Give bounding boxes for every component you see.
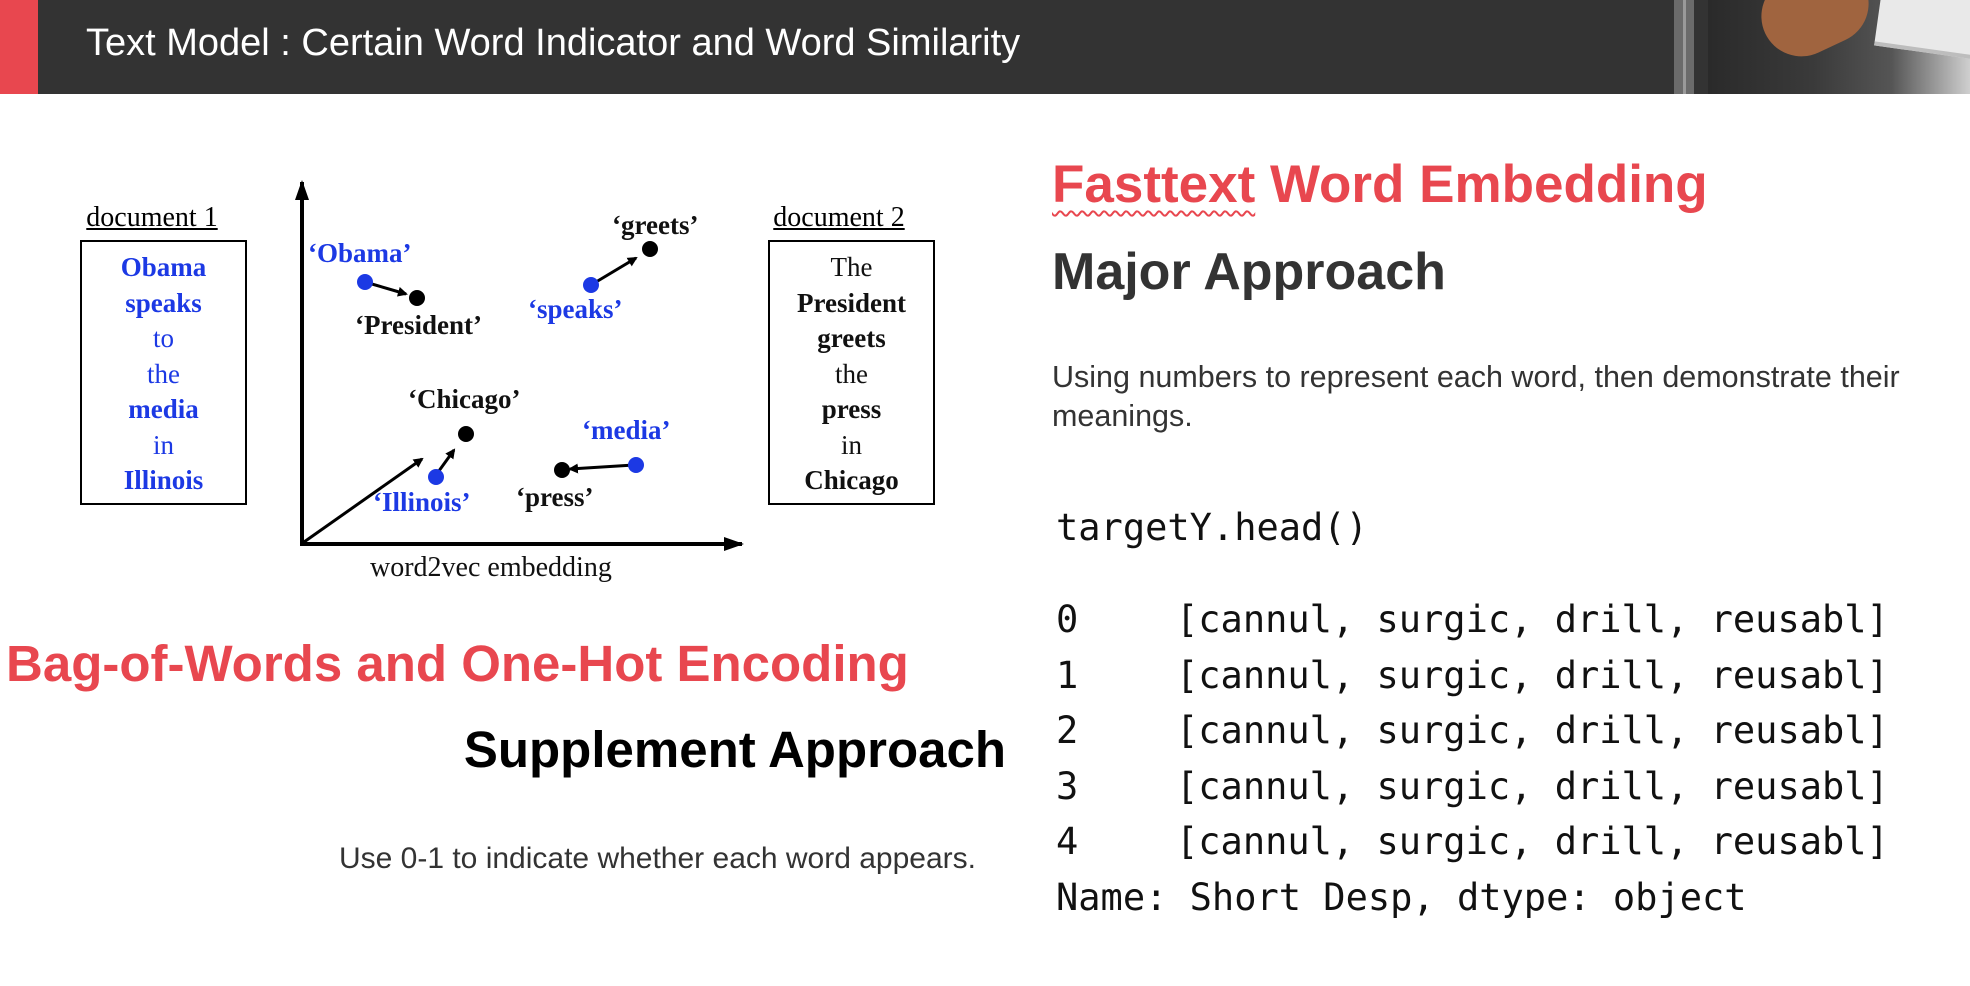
code-command: targetY.head()	[1056, 506, 1368, 549]
row-value: [cannul, surgic, drill, reusabl]	[1176, 653, 1889, 697]
doc2-word: Chicago	[804, 465, 899, 495]
label-chicago: ‘Chicago’	[408, 384, 520, 414]
output-rows: 0 [cannul, surgic, drill, reusabl] 1 [cann…	[1056, 592, 1889, 870]
doc2-word: the	[835, 358, 868, 389]
doc2-word: press	[821, 394, 882, 424]
output-row: 0 [cannul, surgic, drill, reusabl]	[1056, 592, 1889, 648]
point-speaks	[583, 277, 599, 293]
label-obama: ‘Obama’	[308, 238, 412, 268]
photo-hand	[1748, 0, 1882, 70]
major-description: Using numbers to represent each word, th…	[1052, 360, 1900, 433]
fasttext-heading-rest: Word Embedding	[1255, 155, 1708, 214]
header-accent-bar	[0, 0, 38, 94]
header-divider-line	[1683, 0, 1686, 94]
code-output: targetY.head() 0 [cannul, surgic, drill, …	[1056, 502, 1889, 925]
media-press-arrow	[568, 463, 635, 474]
document2-title: document 2	[773, 202, 905, 233]
point-obama	[357, 274, 373, 290]
label-speaks: ‘speaks’	[528, 294, 623, 324]
output-footer: Name: Short Desp, dtype: object	[1056, 875, 1747, 919]
point-illinois	[428, 469, 444, 485]
row-value: [cannul, surgic, drill, reusabl]	[1176, 709, 1889, 752]
row-index: 0	[1056, 598, 1079, 641]
doc1-word: speaks	[125, 287, 202, 318]
row-value: [cannul, surgic, drill, reusabl]	[1176, 598, 1889, 641]
document1-title: document 1	[86, 202, 218, 233]
output-row: 2 [cannul, surgic, drill, reusabl]	[1056, 703, 1889, 759]
row-value: [cannul, surgic, drill, reusabl]	[1176, 820, 1889, 863]
row-index: 2	[1056, 709, 1079, 752]
doc1-word: to	[152, 323, 174, 353]
label-press: ‘press’	[516, 482, 594, 512]
doc1-word: Illinois	[123, 465, 204, 495]
label-president: ‘President’	[355, 310, 482, 340]
point-greets	[642, 241, 658, 257]
slide-header: Text Model : Certain Word Indicator and …	[0, 0, 1970, 94]
label-media: ‘media’	[582, 415, 670, 445]
header-photo	[1708, 0, 1970, 94]
bag-of-words-heading: Bag-of-Words and One-Hot Encoding	[6, 635, 909, 692]
fasttext-heading: Fasttext Word Embedding	[1052, 154, 1708, 215]
row-index: 3	[1056, 764, 1079, 808]
row-index: 1	[1056, 653, 1079, 697]
document2-box: The President greets the press in Chicag…	[768, 240, 935, 505]
doc1-word: the	[147, 358, 180, 389]
row-index: 4	[1056, 820, 1079, 863]
doc2-word: President	[797, 287, 906, 318]
doc1-word: in	[152, 429, 174, 460]
doc2-word: in	[840, 429, 862, 460]
word2vec-figure: ‘Obama’ ‘President’ ‘speaks’ ‘greets’ ‘C…	[70, 168, 950, 588]
photo-laptop	[1874, 0, 1970, 63]
doc2-word: The	[830, 252, 873, 282]
output-row: 4 [cannul, surgic, drill, reusabl]	[1056, 814, 1889, 870]
fasttext-word: Fasttext	[1052, 155, 1256, 214]
doc1-word: Obama	[120, 252, 207, 282]
point-press	[554, 462, 570, 478]
label-illinois: ‘Illinois’	[373, 487, 471, 517]
slide-title: Text Model : Certain Word Indicator and …	[86, 22, 1021, 64]
label-greets: ‘greets’	[612, 210, 698, 240]
point-chicago	[458, 426, 474, 442]
major-approach-heading: Major Approach	[1052, 243, 1446, 301]
doc2-word: greets	[817, 323, 886, 353]
x-axis-label: word2vec embedding	[370, 552, 612, 583]
point-president	[409, 290, 425, 306]
output-row: 1 [cannul, surgic, drill, reusabl]	[1056, 648, 1889, 704]
row-value: [cannul, surgic, drill, reusabl]	[1176, 764, 1889, 808]
output-row: 3 [cannul, surgic, drill, reusabl]	[1056, 759, 1889, 815]
supplement-description: Use 0-1 to indicate whether each word ap…	[338, 842, 976, 875]
supplement-approach-heading: Supplement Approach	[463, 721, 1006, 778]
document1-box: Obama speaks to the media in Illinois	[80, 240, 247, 505]
doc1-word: media	[128, 394, 199, 424]
point-media	[628, 457, 644, 473]
